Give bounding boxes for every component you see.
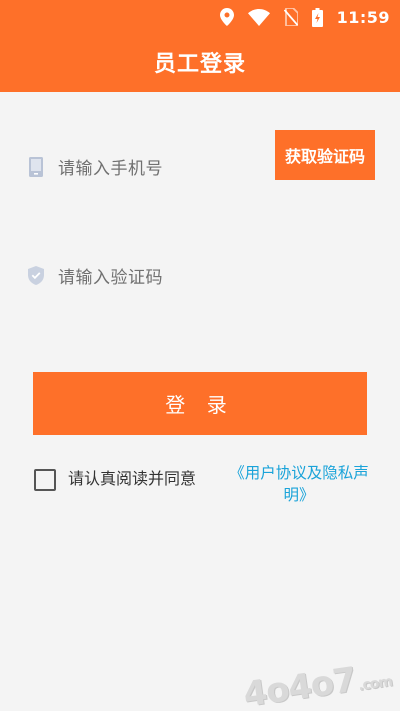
phone-field[interactable]: 请输入手机号: [28, 154, 163, 179]
phone-icon: [28, 156, 44, 177]
agreement-checkbox[interactable]: [34, 469, 56, 491]
agreement-row: 请认真阅读并同意: [34, 463, 196, 495]
code-field[interactable]: 请输入验证码: [28, 263, 163, 288]
app-header: 11:59 员工登录: [0, 0, 400, 92]
privacy-policy-link[interactable]: 《用户协议及隐私声 明》: [224, 462, 374, 506]
no-sim-icon: [283, 8, 298, 26]
login-screen: 11:59 员工登录 请输入手机号 获取验证码 请输入验证码 登 录 请认真阅读…: [0, 0, 400, 711]
watermark-text: 4o4o7: [241, 659, 359, 711]
policy-link-line2[interactable]: 明》: [224, 484, 374, 506]
location-icon: [219, 8, 234, 26]
get-code-button[interactable]: 获取验证码: [275, 130, 375, 180]
code-input-placeholder[interactable]: 请输入验证码: [58, 263, 163, 288]
battery-charging-icon: [311, 7, 323, 27]
site-watermark-logo: 4o4o7.com: [241, 655, 394, 711]
status-bar: 11:59: [219, 6, 390, 28]
agreement-text: 请认真阅读并同意: [68, 469, 197, 488]
policy-link-line1[interactable]: 《用户协议及隐私声: [224, 462, 374, 484]
status-time: 11:59: [336, 7, 390, 27]
shield-icon: [28, 266, 44, 286]
watermark-suffix: .com: [357, 673, 394, 695]
phone-input-placeholder[interactable]: 请输入手机号: [58, 154, 163, 179]
login-button[interactable]: 登 录: [33, 372, 367, 435]
wifi-icon: [247, 8, 270, 26]
page-title: 员工登录: [153, 52, 246, 77]
